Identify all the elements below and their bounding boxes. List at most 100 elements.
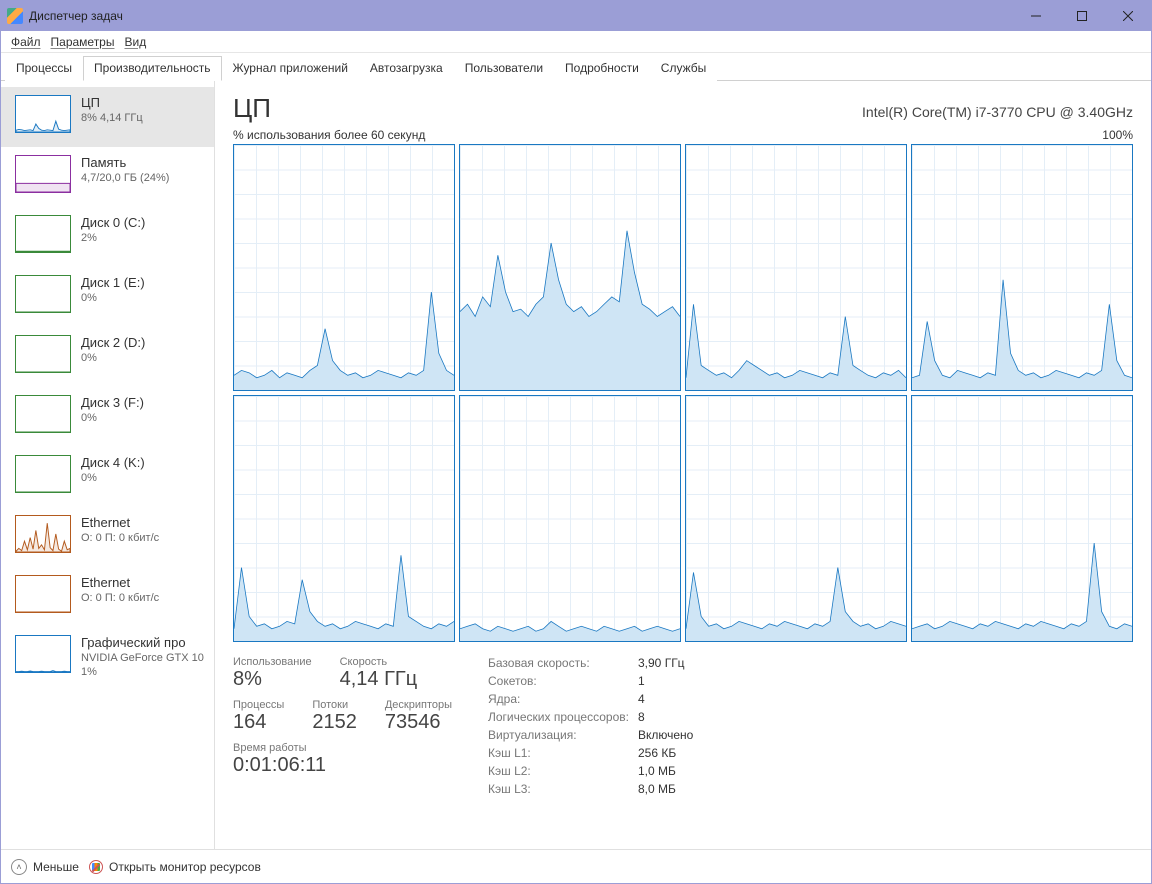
- sidebar-item-name: Диск 3 (F:): [81, 395, 144, 410]
- tab-4[interactable]: Пользователи: [454, 56, 554, 81]
- cpu-core-chart-2[interactable]: [685, 144, 907, 391]
- menubar: Файл Параметры Вид: [1, 31, 1151, 53]
- info-key: Сокетов:: [488, 674, 638, 688]
- menu-file[interactable]: Файл: [7, 34, 45, 50]
- sidebar-item-name: Диск 2 (D:): [81, 335, 145, 350]
- cpu-core-chart-4[interactable]: [233, 395, 455, 642]
- sidebar-item-sub: 0%: [81, 472, 145, 484]
- sidebar-item-name: ЦП: [81, 95, 143, 110]
- info-value: 1,0 МБ: [638, 764, 693, 778]
- sidebar-item-name: Диск 0 (C:): [81, 215, 145, 230]
- sidebar-item-1[interactable]: Память 4,7/20,0 ГБ (24%): [1, 147, 214, 207]
- stat-value: 8%: [233, 668, 312, 691]
- cpu-core-grid[interactable]: [233, 144, 1133, 642]
- cpu-core-chart-3[interactable]: [911, 144, 1133, 391]
- sidebar-item-sub: 8% 4,14 ГГц: [81, 112, 143, 124]
- tab-6[interactable]: Службы: [650, 56, 717, 81]
- cpu-model: Intel(R) Core(TM) i7-3770 CPU @ 3.40GHz: [862, 104, 1133, 120]
- tab-2[interactable]: Журнал приложений: [222, 56, 359, 81]
- sidebar-item-name: Диск 1 (E:): [81, 275, 145, 290]
- sidebar-item-7[interactable]: Ethernet О: 0 П: 0 кбит/с: [1, 507, 214, 567]
- tab-3[interactable]: Автозагрузка: [359, 56, 454, 81]
- sidebar-item-sub: 2%: [81, 232, 145, 244]
- sidebar-item-sub: 0%: [81, 412, 144, 424]
- sidebar-item-9[interactable]: Графический про NVIDIA GeForce GTX 10 1%: [1, 627, 214, 687]
- open-resource-monitor-link[interactable]: Открыть монитор ресурсов: [89, 860, 261, 874]
- sidebar-thumb: [15, 395, 71, 433]
- info-key: Кэш L3:: [488, 782, 638, 796]
- stat-value: 164: [233, 711, 284, 734]
- sidebar-item-6[interactable]: Диск 4 (K:)0%: [1, 447, 214, 507]
- menu-view[interactable]: Вид: [120, 34, 150, 50]
- info-key: Базовая скорость:: [488, 656, 638, 670]
- sidebar-item-3[interactable]: Диск 1 (E:) 0%: [1, 267, 214, 327]
- sidebar-item-8[interactable]: EthernetО: 0 П: 0 кбит/с: [1, 567, 214, 627]
- menu-options[interactable]: Параметры: [47, 34, 119, 50]
- sidebar-thumb: [15, 95, 71, 133]
- sidebar-thumb: [15, 455, 71, 493]
- sidebar-thumb: [15, 215, 71, 253]
- info-value: 3,90 ГГц: [638, 656, 693, 670]
- sidebar-item-2[interactable]: Диск 0 (C:) 2%: [1, 207, 214, 267]
- stat-value: 0:01:06:11: [233, 754, 452, 777]
- stat-value: 4,14 ГГц: [340, 668, 418, 691]
- stat-label: Дескрипторы: [385, 699, 452, 711]
- info-key: Кэш L2:: [488, 764, 638, 778]
- footer: ˄ Меньше Открыть монитор ресурсов: [1, 849, 1151, 883]
- maximize-button[interactable]: [1059, 1, 1105, 31]
- tab-5[interactable]: Подробности: [554, 56, 650, 81]
- sidebar-item-5[interactable]: Диск 3 (F:) 0%: [1, 387, 214, 447]
- fewer-details-button[interactable]: ˄ Меньше: [11, 859, 79, 875]
- window-title: Диспетчер задач: [29, 9, 1013, 23]
- sidebar-item-sub: 0%: [81, 292, 145, 304]
- sidebar-item-name: Графический про: [81, 635, 204, 650]
- sidebar-item-sub: О: 0 П: 0 кбит/с: [81, 592, 159, 604]
- sidebar-item-sub: NVIDIA GeForce GTX 10: [81, 652, 204, 664]
- stat-label: Потоки: [312, 699, 357, 711]
- sidebar-item-sub: 0%: [81, 352, 145, 364]
- resource-monitor-icon: [89, 860, 103, 874]
- app-icon: [7, 8, 23, 24]
- sidebar-item-sub: О: 0 П: 0 кбит/с: [81, 532, 159, 544]
- cpu-core-chart-7[interactable]: [911, 395, 1133, 642]
- chevron-up-icon: ˄: [11, 859, 27, 875]
- sidebar-thumb: [15, 575, 71, 613]
- cpu-core-chart-1[interactable]: [459, 144, 681, 391]
- sidebar: ЦП 8% 4,14 ГГц Память 4,7/20,0 ГБ (24%) Диск…: [1, 81, 215, 849]
- stat-label: Использование: [233, 656, 312, 668]
- info-value: 1: [638, 674, 693, 688]
- info-key: Ядра:: [488, 692, 638, 706]
- sidebar-item-sub2: 1%: [81, 666, 204, 678]
- main-panel: ЦП Intel(R) Core(TM) i7-3770 CPU @ 3.40G…: [215, 81, 1151, 849]
- sidebar-item-sub: 4,7/20,0 ГБ (24%): [81, 172, 169, 184]
- sidebar-item-0[interactable]: ЦП 8% 4,14 ГГц: [1, 87, 214, 147]
- cpu-core-chart-0[interactable]: [233, 144, 455, 391]
- tab-1[interactable]: Производительность: [83, 56, 221, 81]
- cpu-core-chart-5[interactable]: [459, 395, 681, 642]
- sidebar-item-name: Ethernet: [81, 515, 159, 530]
- cpu-info-table: Базовая скорость:3,90 ГГцСокетов:1Ядра:4…: [488, 656, 693, 796]
- tabbar: ПроцессыПроизводительностьЖурнал приложе…: [1, 53, 1151, 81]
- sidebar-thumb: [15, 275, 71, 313]
- cpu-core-chart-6[interactable]: [685, 395, 907, 642]
- tab-0[interactable]: Процессы: [5, 56, 83, 81]
- stat-label: Скорость: [340, 656, 418, 668]
- sidebar-item-4[interactable]: Диск 2 (D:) 0%: [1, 327, 214, 387]
- sidebar-item-name: Память: [81, 155, 169, 170]
- close-button[interactable]: [1105, 1, 1151, 31]
- sidebar-thumb: [15, 335, 71, 373]
- info-value: 8,0 МБ: [638, 782, 693, 796]
- axis-label-left: % использования более 60 секунд: [233, 128, 425, 142]
- axis-label-right: 100%: [1102, 128, 1133, 142]
- stat-label: Время работы: [233, 742, 452, 754]
- info-key: Логических процессоров:: [488, 710, 638, 724]
- page-title: ЦП: [233, 93, 271, 124]
- minimize-button[interactable]: [1013, 1, 1059, 31]
- sidebar-thumb: [15, 515, 71, 553]
- sidebar-thumb: [15, 635, 71, 673]
- sidebar-thumb: [15, 155, 71, 193]
- stat-value: 73546: [385, 711, 452, 734]
- info-value: 8: [638, 710, 693, 724]
- stat-label: Процессы: [233, 699, 284, 711]
- info-value: 256 КБ: [638, 746, 693, 760]
